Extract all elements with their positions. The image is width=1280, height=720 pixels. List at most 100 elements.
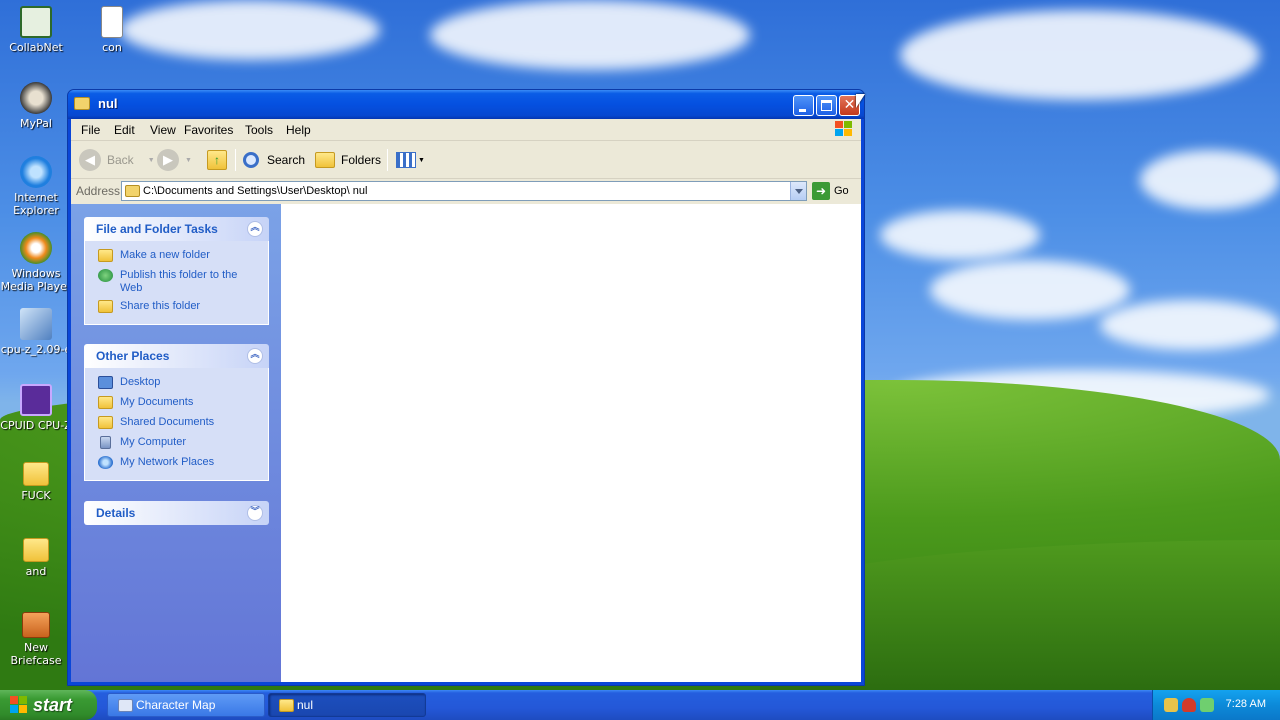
desktop-icon-internet-explorer[interactable]: Internet Explorer xyxy=(0,156,74,217)
desktop-icon-label: Windows Media Player xyxy=(0,267,72,293)
go-button[interactable]: ➜ Go xyxy=(812,181,849,201)
desktop-icon-mypal[interactable]: MyPal xyxy=(0,82,74,130)
menu-view[interactable]: View xyxy=(150,123,176,137)
collabnet-icon xyxy=(20,6,52,38)
internet-explorer-icon xyxy=(20,156,52,188)
place-label: My Computer xyxy=(120,436,187,448)
place-shared-documents[interactable]: Shared Documents xyxy=(85,414,268,431)
desktop-icon-cpu-z-installer[interactable]: cpu-z_2.09-e xyxy=(0,308,74,356)
collapse-icon[interactable]: ︽ xyxy=(247,221,263,237)
panel-header[interactable]: File and Folder Tasks ︽ xyxy=(84,217,269,241)
address-bar: Address C:\Documents and Settings\User\D… xyxy=(71,179,861,203)
task-make-new-folder[interactable]: Make a new folder xyxy=(85,247,268,264)
task-share-folder[interactable]: Share this folder xyxy=(85,298,268,315)
network-tray-icon[interactable] xyxy=(1164,698,1178,712)
file-list-area[interactable] xyxy=(281,204,861,682)
panel-body: Desktop My Documents Shared Documents My… xyxy=(84,368,269,481)
search-button[interactable]: Search xyxy=(243,147,305,173)
security-shield-icon[interactable] xyxy=(1182,698,1196,712)
standard-toolbar: ◀ Back ▼ ▶ ▼ ↑ Search Folders ▼ xyxy=(71,141,861,179)
menu-file[interactable]: File xyxy=(81,123,100,137)
address-dropdown-button[interactable] xyxy=(790,182,806,200)
desktop-icon-collabnet[interactable]: CollabNet xyxy=(0,6,74,54)
minimize-button[interactable] xyxy=(793,95,814,116)
panel-header[interactable]: Other Places ︽ xyxy=(84,344,269,368)
place-my-computer[interactable]: My Computer xyxy=(85,434,268,451)
panel-header[interactable]: Details ︾ xyxy=(84,501,269,525)
desktop-icon-label: New Briefcase xyxy=(10,641,62,667)
maximize-icon xyxy=(821,100,832,111)
desktop-icon-label: CollabNet xyxy=(9,41,63,54)
system-tray: 7:28 AM xyxy=(1152,690,1280,720)
folders-label: Folders xyxy=(341,153,382,167)
other-places-panel: Other Places ︽ Desktop My Documents Shar… xyxy=(84,344,269,481)
folder-icon xyxy=(74,97,90,110)
desktop-icon-label: cpu-z_2.09-e xyxy=(0,343,72,356)
desktop-icon-folder-1[interactable]: FUCK xyxy=(0,462,74,502)
menu-favorites[interactable]: Favorites xyxy=(184,123,233,137)
taskbar-button-nul[interactable]: nul xyxy=(268,693,426,717)
place-my-network-places[interactable]: My Network Places xyxy=(85,454,268,471)
address-value: C:\Documents and Settings\User\Desktop\ … xyxy=(143,185,368,197)
minimize-icon xyxy=(799,109,806,112)
window-title: nul xyxy=(98,96,118,111)
mypal-icon xyxy=(20,82,52,114)
expand-icon[interactable]: ︾ xyxy=(247,505,263,521)
back-label: Back xyxy=(107,153,134,167)
shared-documents-icon xyxy=(98,416,113,429)
explorer-window: nul ✕ File Edit View Favorites Tools Hel… xyxy=(67,89,865,686)
desktop-icon-cpuid-cpu-z[interactable]: CPUID CPU-Z xyxy=(0,384,74,432)
folder-icon xyxy=(23,538,49,562)
menu-edit[interactable]: Edit xyxy=(114,123,135,137)
back-button[interactable]: ◀ Back ▼ xyxy=(79,147,155,173)
back-dropdown-icon: ▼ xyxy=(147,156,155,164)
maximize-button[interactable] xyxy=(816,95,837,116)
desktop-icon-label: con xyxy=(102,41,122,54)
views-icon xyxy=(396,152,416,168)
desktop-icon xyxy=(98,376,113,389)
cpu-z-icon xyxy=(20,384,52,416)
menu-bar: File Edit View Favorites Tools Help xyxy=(71,119,861,141)
desktop-icon-folder-and[interactable]: and xyxy=(0,538,74,578)
place-desktop[interactable]: Desktop xyxy=(85,374,268,391)
text-file-icon xyxy=(101,6,123,38)
installer-icon xyxy=(20,308,52,340)
desktop-icon-new-briefcase[interactable]: New Briefcase xyxy=(0,612,74,667)
task-publish-folder[interactable]: Publish this folder to the Web xyxy=(85,267,268,295)
go-arrow-icon: ➜ xyxy=(812,182,830,200)
desktop-icon-label: FUCK xyxy=(21,489,51,502)
views-dropdown-icon: ▼ xyxy=(418,156,425,164)
clock[interactable]: 7:28 AM xyxy=(1226,698,1266,710)
menu-tools[interactable]: Tools xyxy=(245,123,273,137)
folders-button[interactable]: Folders xyxy=(315,147,381,173)
address-label: Address xyxy=(76,184,121,198)
desktop-icon-label: Internet Explorer xyxy=(13,191,59,217)
search-label: Search xyxy=(267,153,306,167)
taskbar-button-label: nul xyxy=(297,698,314,712)
desktop-icon-windows-media-player[interactable]: Windows Media Player xyxy=(0,232,74,293)
new-folder-icon xyxy=(98,249,113,262)
taskbar-button-character-map[interactable]: Character Map xyxy=(107,693,265,717)
desktop-icon-con[interactable]: con xyxy=(74,6,150,54)
place-my-documents[interactable]: My Documents xyxy=(85,394,268,411)
up-folder-button[interactable]: ↑ xyxy=(207,147,227,173)
file-folder-tasks-panel: File and Folder Tasks ︽ Make a new folde… xyxy=(84,217,269,325)
safely-remove-hardware-icon[interactable] xyxy=(1200,698,1214,712)
folder-icon xyxy=(125,185,140,197)
collapse-icon[interactable]: ︽ xyxy=(247,348,263,364)
views-button[interactable]: ▼ xyxy=(396,147,425,173)
place-label: My Network Places xyxy=(120,456,215,468)
forward-dropdown-icon: ▼ xyxy=(185,156,192,164)
title-bar[interactable]: nul ✕ xyxy=(68,90,864,119)
windows-logo-icon xyxy=(835,121,853,138)
up-folder-icon: ↑ xyxy=(207,150,227,170)
my-documents-icon xyxy=(98,396,113,409)
forward-arrow-icon: ▶ xyxy=(157,149,179,171)
forward-button[interactable]: ▶ ▼ xyxy=(157,147,192,173)
start-button[interactable]: start xyxy=(0,690,97,720)
address-input[interactable]: C:\Documents and Settings\User\Desktop\ … xyxy=(121,181,807,201)
toolbar-separator xyxy=(235,149,236,171)
menu-help[interactable]: Help xyxy=(286,123,311,137)
toolbar-separator xyxy=(387,149,388,171)
taskbar: start Character Map nul 7:28 AM xyxy=(0,690,1280,720)
